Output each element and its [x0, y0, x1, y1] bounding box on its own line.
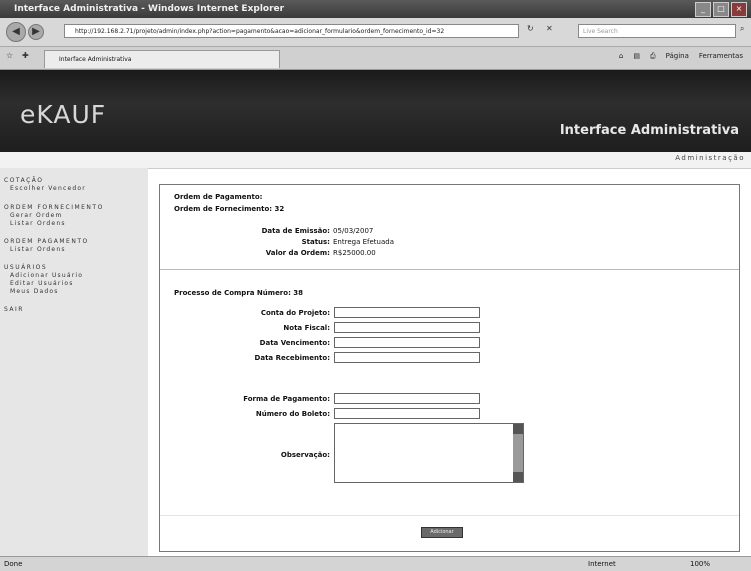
sidebar-item-escolher-vencedor[interactable]: Escolher Vencedor: [10, 185, 86, 192]
sidebar-item-editar-usuarios[interactable]: Editar Usuários: [10, 280, 74, 287]
admin-label: Administração: [675, 154, 745, 162]
web-page: eKAUF Interface Administrativa Administr…: [0, 70, 751, 556]
banner-title: Interface Administrativa: [559, 123, 739, 138]
invoice-input[interactable]: [334, 322, 480, 333]
receipt-date-input[interactable]: [334, 352, 480, 363]
divider: [160, 515, 739, 516]
address-toolbar: ◀ ▶ http://192.168.2.71/projeto/admin/in…: [0, 18, 751, 47]
window-titlebar: Interface Administrativa - Windows Inter…: [0, 0, 751, 18]
sidebar-heading-usuarios[interactable]: USUÁRIOS: [4, 264, 47, 271]
due-date-input[interactable]: [334, 337, 480, 348]
sidebar-item-listar-ordens-pagamento[interactable]: Listar Ordens: [10, 246, 66, 253]
status-value: Entrega Efetuada: [333, 238, 394, 246]
due-date-label: Data Vencimento:: [259, 339, 330, 347]
sidebar-item-adicionar-usuario[interactable]: Adicionar Usuário: [10, 272, 83, 279]
bank-slip-label: Número do Boleto:: [255, 410, 330, 418]
sidebar-heading-ordem-fornecimento[interactable]: ORDEM FORNECIMENTO: [4, 204, 104, 211]
home-icon[interactable]: ⌂: [619, 52, 623, 61]
textarea-scrollbar[interactable]: [513, 424, 523, 482]
maximize-button[interactable]: □: [713, 2, 729, 17]
sidebar-item-listar-ordens-fornecimento[interactable]: Listar Ordens: [10, 220, 66, 227]
search-input[interactable]: Live Search: [578, 24, 736, 38]
sidebar-item-meus-dados[interactable]: Meus Dados: [10, 288, 59, 295]
issue-date-label: Data de Emissão:: [261, 227, 330, 235]
security-zone: Internet: [588, 560, 616, 568]
process-number: Processo de Compra Número: 38: [174, 289, 304, 297]
admin-bar: Administração: [0, 152, 751, 169]
status-label: Status:: [301, 238, 330, 246]
invoice-label: Nota Fiscal:: [283, 324, 330, 332]
sidebar-item-gerar-ordem[interactable]: Gerar Ordem: [10, 212, 63, 219]
window-controls: _ □ ×: [695, 2, 747, 17]
refresh-icon[interactable]: ↻: [527, 24, 534, 33]
order-value: R$25000.00: [333, 249, 376, 257]
command-bar: ⌂ ▤ ⎙ Página Ferramentas: [619, 52, 743, 61]
supply-order-heading: Ordem de Fornecimento: 32: [174, 205, 285, 213]
tab-bar: ☆ ✚ Interface Administrativa ⌂ ▤ ⎙ Págin…: [0, 47, 751, 70]
sidebar-heading-sair[interactable]: SAIR: [4, 306, 24, 313]
back-button[interactable]: ◀: [6, 22, 26, 42]
print-icon[interactable]: ⎙: [650, 52, 656, 61]
stop-icon[interactable]: ✕: [546, 24, 553, 33]
issue-date-value: 05/03/2007: [333, 227, 374, 235]
search-icon[interactable]: ⌕: [740, 24, 744, 34]
minimize-button[interactable]: _: [695, 2, 711, 17]
payment-method-label: Forma de Pagamento:: [243, 395, 330, 403]
observation-label: Observação:: [280, 451, 330, 459]
submit-button[interactable]: Adicionar: [421, 527, 463, 538]
site-banner: eKAUF Interface Administrativa: [0, 70, 751, 152]
project-account-input[interactable]: [334, 307, 480, 318]
order-heading: Ordem de Pagamento:: [174, 193, 263, 201]
status-text: Done: [4, 560, 23, 568]
tab-interface-administrativa[interactable]: Interface Administrativa: [44, 50, 280, 68]
divider: [160, 269, 739, 270]
order-value-label: Valor da Ordem:: [265, 249, 330, 257]
zoom-level[interactable]: 100%: [690, 557, 710, 571]
project-account-label: Conta do Projeto:: [260, 309, 330, 317]
add-favorite-icon[interactable]: ✚: [22, 51, 29, 60]
payment-order-form: Ordem de Pagamento: Ordem de Forneciment…: [159, 184, 740, 552]
receipt-date-label: Data Recebimento:: [254, 354, 330, 362]
sidebar: COTAÇÃO Escolher Vencedor ORDEM FORNECIM…: [0, 168, 148, 556]
observation-textarea[interactable]: [334, 423, 524, 483]
window-title: Interface Administrativa - Windows Inter…: [14, 4, 285, 14]
url-field[interactable]: http://192.168.2.71/projeto/admin/index.…: [64, 24, 519, 38]
bank-slip-input[interactable]: [334, 408, 480, 419]
favorites-star-icon[interactable]: ☆: [6, 51, 13, 60]
forward-button[interactable]: ▶: [28, 24, 44, 40]
tools-menu[interactable]: Ferramentas: [699, 52, 743, 61]
sidebar-heading-cotacao[interactable]: COTAÇÃO: [4, 177, 44, 184]
logo: eKAUF: [20, 100, 107, 129]
status-bar: Done Internet 100%: [0, 556, 751, 571]
payment-method-input[interactable]: [334, 393, 480, 404]
page-menu[interactable]: Página: [666, 52, 689, 61]
feeds-icon[interactable]: ▤: [633, 52, 640, 61]
sidebar-heading-ordem-pagamento[interactable]: ORDEM PAGAMENTO: [4, 238, 89, 245]
close-button[interactable]: ×: [731, 2, 747, 17]
